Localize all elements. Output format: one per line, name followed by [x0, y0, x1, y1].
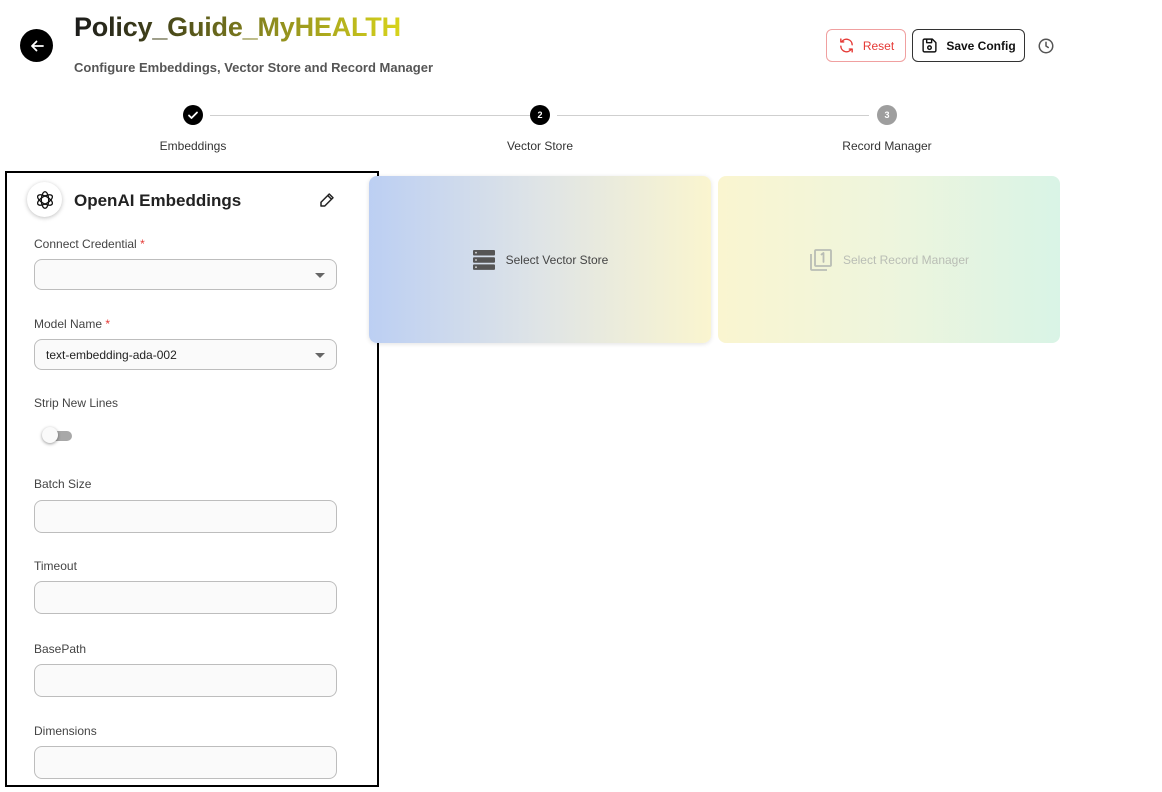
model-name-select-value: text-embedding-ada-002	[46, 347, 177, 362]
required-marker: *	[105, 317, 111, 331]
step-3-label: Record Manager	[842, 139, 932, 153]
floppy-disk-icon	[922, 38, 937, 53]
page-title: Policy_Guide_MyHEALTH	[74, 12, 401, 42]
base-path-label: BasePath	[34, 642, 87, 656]
select-vector-store-label: Select Vector Store	[505, 252, 609, 267]
required-marker: *	[140, 237, 145, 251]
step-2-label: Vector Store	[506, 139, 574, 153]
batch-size-input[interactable]	[34, 500, 337, 533]
strip-new-lines-label: Strip New Lines	[34, 396, 119, 410]
reset-button[interactable]: Reset	[826, 29, 906, 62]
chevron-down-icon	[315, 353, 325, 358]
stepper-connector-1	[210, 115, 530, 116]
save-config-button[interactable]: Save Config	[912, 29, 1025, 62]
arrow-left-icon	[30, 40, 44, 51]
save-config-label: Save Config	[946, 38, 1016, 53]
page-subtitle: Configure Embeddings, Vector Store and R…	[74, 60, 434, 75]
select-record-manager-label: Select Record Manager	[842, 252, 970, 267]
dimensions-input[interactable]	[34, 746, 337, 779]
strip-new-lines-toggle[interactable]	[42, 427, 74, 443]
credential-label-text: Connect Credential	[34, 237, 137, 251]
dimensions-label: Dimensions	[34, 724, 97, 738]
step-1-label: Embeddings	[159, 139, 227, 153]
batch-size-label: Batch Size	[34, 477, 92, 491]
step-1-indicator	[183, 105, 203, 125]
model-name-label: Model Name *	[34, 317, 110, 331]
step-3-indicator: 3	[877, 105, 897, 125]
refresh-icon	[839, 38, 853, 53]
database-stack-icon	[472, 249, 495, 270]
timeout-input[interactable]	[34, 581, 337, 614]
chevron-down-icon	[315, 273, 325, 278]
reset-label: Reset	[862, 38, 895, 53]
credential-label: Connect Credential *	[34, 237, 145, 251]
base-path-input[interactable]	[34, 664, 337, 697]
embeddings-node-title: OpenAI Embeddings	[74, 191, 242, 210]
clock-icon	[1038, 38, 1054, 54]
embeddings-config-panel: OpenAI Embeddings Connect Credential * M…	[5, 171, 379, 787]
step-2-indicator: 2	[530, 105, 550, 125]
model-name-select[interactable]: text-embedding-ada-002	[34, 339, 337, 370]
model-name-label-text: Model Name	[34, 317, 103, 331]
openai-logo-icon	[27, 182, 62, 217]
toggle-knob	[42, 427, 58, 443]
history-button[interactable]	[1036, 36, 1056, 56]
select-record-manager-card[interactable]: Select Record Manager	[718, 176, 1060, 343]
select-vector-store-card[interactable]: Select Vector Store	[369, 176, 711, 343]
edit-embeddings-button[interactable]	[317, 190, 337, 210]
checkmark-icon	[188, 111, 198, 119]
pencil-icon	[320, 193, 334, 207]
stepper-connector-2	[557, 115, 869, 116]
credential-select[interactable]	[34, 259, 337, 290]
timeout-label: Timeout	[34, 559, 77, 573]
filter-1-icon	[810, 248, 832, 271]
back-button[interactable]	[20, 29, 53, 62]
